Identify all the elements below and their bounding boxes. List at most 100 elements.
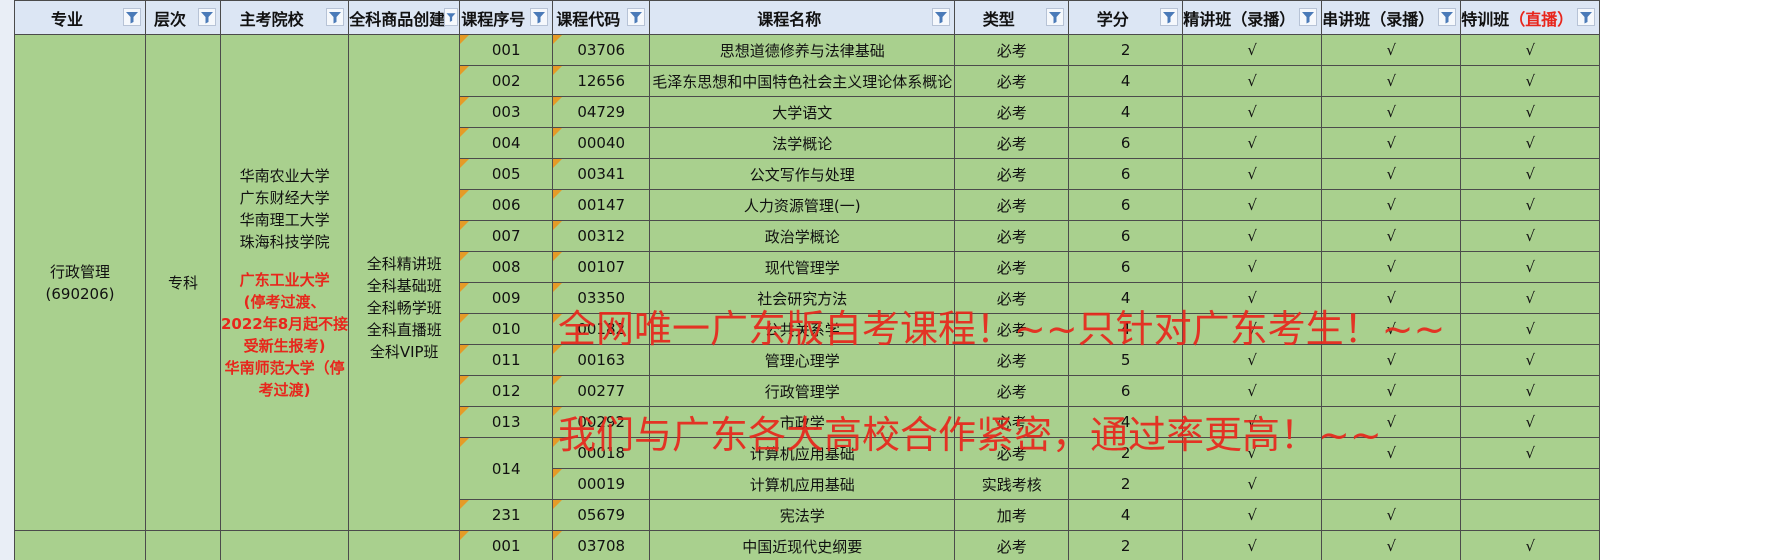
chuanjiang-cell[interactable]: √ — [1321, 344, 1462, 376]
name-cell[interactable]: 社会研究方法 — [649, 282, 956, 314]
jingjiang-cell[interactable]: √ — [1182, 406, 1323, 438]
type-cell[interactable]: 必考 — [954, 34, 1070, 66]
jingjiang-cell[interactable]: √ — [1182, 375, 1323, 407]
chuanjiang-cell[interactable] — [1321, 468, 1462, 500]
credit-cell[interactable]: 6 — [1068, 220, 1184, 252]
filter-icon[interactable] — [198, 8, 216, 26]
type-cell[interactable]: 必考 — [954, 158, 1070, 190]
seq-cell[interactable]: 231 — [459, 499, 554, 531]
chuanjiang-cell[interactable]: √ — [1321, 158, 1462, 190]
jingjiang-cell[interactable]: √ — [1182, 251, 1323, 283]
chuanjiang-cell[interactable]: √ — [1321, 65, 1462, 97]
credit-cell[interactable]: 6 — [1068, 375, 1184, 407]
code-cell[interactable]: 12656 — [552, 65, 651, 97]
texun-cell[interactable]: √ — [1460, 437, 1601, 469]
texun-cell[interactable]: √ — [1460, 158, 1601, 190]
type-cell[interactable]: 必考 — [954, 189, 1070, 221]
code-cell[interactable]: 00147 — [552, 189, 651, 221]
texun-cell[interactable]: √ — [1460, 127, 1601, 159]
name-cell[interactable]: 人力资源管理(一) — [649, 189, 956, 221]
credit-cell[interactable]: 2 — [1068, 530, 1184, 560]
jingjiang-cell[interactable]: √ — [1182, 65, 1323, 97]
texun-cell[interactable]: √ — [1460, 313, 1601, 345]
filter-icon[interactable] — [444, 8, 459, 26]
code-cell[interactable]: 00277 — [552, 375, 651, 407]
chuanjiang-cell[interactable]: √ — [1321, 375, 1462, 407]
code-cell[interactable]: 05679 — [552, 499, 651, 531]
seq-cell[interactable]: 014 — [459, 437, 554, 500]
credit-cell[interactable]: 4 — [1068, 313, 1184, 345]
empty-cell[interactable] — [219, 530, 350, 560]
seq-cell[interactable]: 010 — [459, 313, 554, 345]
chuanjiang-cell[interactable]: √ — [1321, 34, 1462, 66]
type-cell[interactable]: 必考 — [954, 251, 1070, 283]
name-cell[interactable]: 公文写作与处理 — [649, 158, 956, 190]
credit-cell[interactable]: 2 — [1068, 34, 1184, 66]
code-cell[interactable]: 03708 — [552, 530, 651, 560]
seq-cell[interactable]: 012 — [459, 375, 554, 407]
texun-cell[interactable]: √ — [1460, 375, 1601, 407]
type-cell[interactable]: 必考 — [954, 282, 1070, 314]
credit-cell[interactable]: 6 — [1068, 127, 1184, 159]
seq-cell[interactable]: 013 — [459, 406, 554, 438]
jingjiang-cell[interactable]: √ — [1182, 220, 1323, 252]
code-cell[interactable]: 03706 — [552, 34, 651, 66]
filter-icon[interactable] — [123, 8, 141, 26]
name-cell[interactable]: 行政管理学 — [649, 375, 956, 407]
jingjiang-cell[interactable]: √ — [1182, 158, 1323, 190]
texun-cell[interactable]: √ — [1460, 530, 1601, 560]
seq-cell[interactable]: 005 — [459, 158, 554, 190]
credit-cell[interactable]: 4 — [1068, 282, 1184, 314]
filter-icon[interactable] — [1160, 8, 1179, 26]
class-list-cell[interactable]: 全科精讲班 全科基础班 全科畅学班 全科直播班 全科VIP班 — [348, 34, 461, 531]
code-cell[interactable]: 00182 — [552, 313, 651, 345]
texun-cell[interactable]: √ — [1460, 406, 1601, 438]
credit-cell[interactable]: 6 — [1068, 189, 1184, 221]
seq-cell[interactable]: 003 — [459, 96, 554, 128]
type-cell[interactable]: 必考 — [954, 313, 1070, 345]
name-cell[interactable]: 思想道德修养与法律基础 — [649, 34, 956, 66]
chuanjiang-cell[interactable]: √ — [1321, 437, 1462, 469]
jingjiang-cell[interactable]: √ — [1182, 344, 1323, 376]
jingjiang-cell[interactable]: √ — [1182, 313, 1323, 345]
type-cell[interactable]: 必考 — [954, 220, 1070, 252]
jingjiang-cell[interactable]: √ — [1182, 96, 1323, 128]
code-cell[interactable]: 04729 — [552, 96, 651, 128]
credit-cell[interactable]: 4 — [1068, 499, 1184, 531]
name-cell[interactable]: 毛泽东思想和中国特色社会主义理论体系概论 — [649, 65, 956, 97]
credit-cell[interactable]: 2 — [1068, 437, 1184, 469]
empty-cell[interactable] — [145, 530, 221, 560]
name-cell[interactable]: 市政学 — [649, 406, 956, 438]
chuanjiang-cell[interactable]: √ — [1321, 127, 1462, 159]
code-cell[interactable]: 00018 — [552, 437, 651, 469]
filter-icon[interactable] — [1577, 8, 1596, 26]
type-cell[interactable]: 必考 — [954, 406, 1070, 438]
empty-cell[interactable] — [348, 530, 461, 560]
jingjiang-cell[interactable]: √ — [1182, 530, 1323, 560]
filter-icon[interactable] — [530, 8, 549, 26]
code-cell[interactable]: 00163 — [552, 344, 651, 376]
jingjiang-cell[interactable]: √ — [1182, 499, 1323, 531]
chuanjiang-cell[interactable]: √ — [1321, 282, 1462, 314]
credit-cell[interactable]: 6 — [1068, 251, 1184, 283]
type-cell[interactable]: 必考 — [954, 65, 1070, 97]
credit-cell[interactable]: 4 — [1068, 65, 1184, 97]
level-cell[interactable]: 专科 — [145, 34, 221, 531]
filter-icon[interactable] — [1299, 8, 1318, 26]
chuanjiang-cell[interactable]: √ — [1321, 530, 1462, 560]
code-cell[interactable]: 03350 — [552, 282, 651, 314]
code-cell[interactable]: 00341 — [552, 158, 651, 190]
type-cell[interactable]: 必考 — [954, 375, 1070, 407]
credit-cell[interactable]: 4 — [1068, 406, 1184, 438]
jingjiang-cell[interactable]: √ — [1182, 282, 1323, 314]
seq-cell[interactable]: 008 — [459, 251, 554, 283]
chuanjiang-cell[interactable]: √ — [1321, 499, 1462, 531]
credit-cell[interactable]: 2 — [1068, 468, 1184, 500]
seq-cell[interactable]: 009 — [459, 282, 554, 314]
code-cell[interactable]: 00312 — [552, 220, 651, 252]
code-cell[interactable]: 00292 — [552, 406, 651, 438]
chuanjiang-cell[interactable]: √ — [1321, 406, 1462, 438]
type-cell[interactable]: 必考 — [954, 437, 1070, 469]
texun-cell[interactable]: √ — [1460, 251, 1601, 283]
seq-cell[interactable]: 007 — [459, 220, 554, 252]
